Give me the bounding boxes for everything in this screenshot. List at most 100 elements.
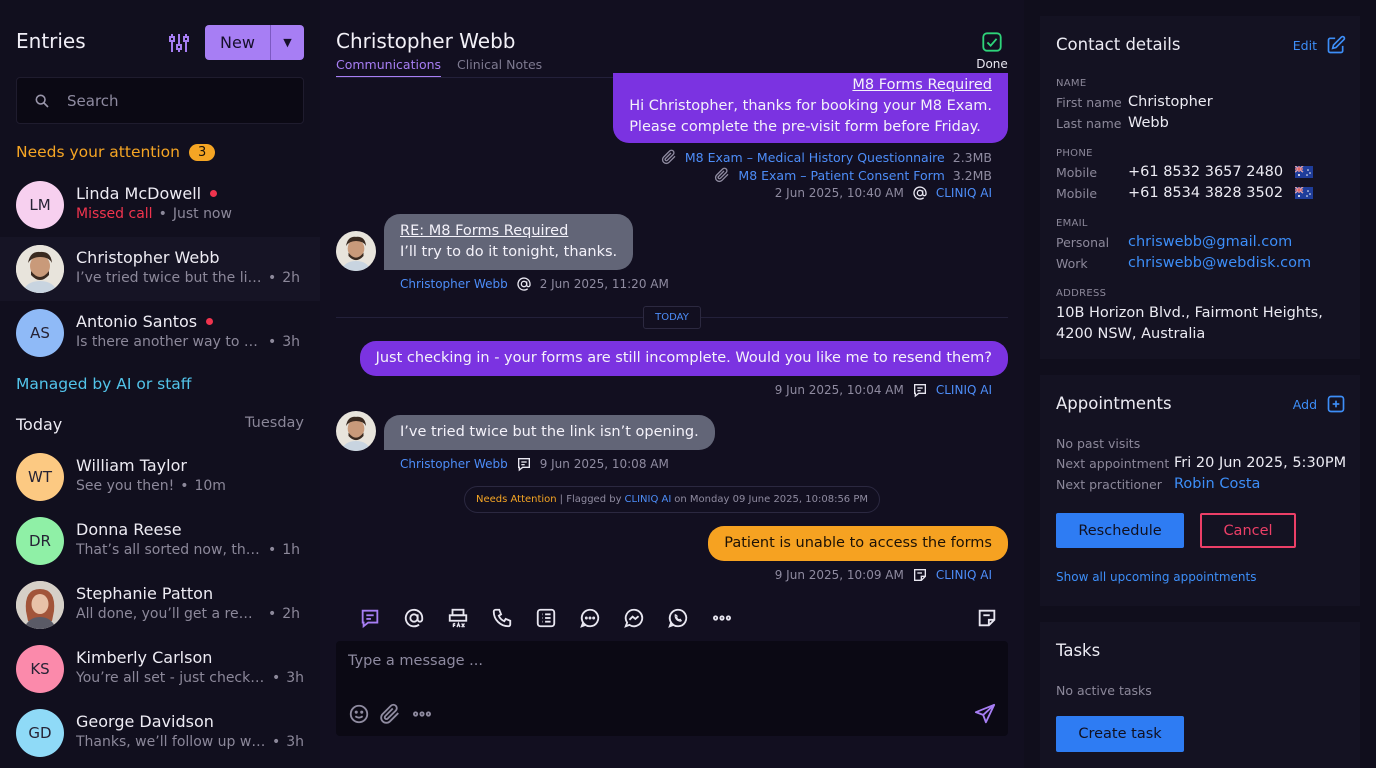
entries-title: Entries — [16, 29, 86, 53]
entry-name: Christopher Webb — [76, 248, 220, 267]
attach-icon[interactable] — [379, 703, 401, 725]
missed-call-status: Missed call — [76, 206, 153, 222]
entry-subline: See you then! • 10m — [76, 478, 226, 494]
entry-name-text: Kimberly Carlson — [76, 648, 213, 667]
attachment-consent-form[interactable]: M8 Exam – Patient Consent Form 3.2MB — [714, 167, 992, 183]
caret-down-icon[interactable]: ▼ — [271, 25, 304, 60]
create-task-button[interactable]: Create task — [1056, 716, 1184, 752]
attachment-name[interactable]: M8 Exam – Medical History Questionnaire — [685, 150, 945, 165]
avatar: WT — [16, 453, 64, 501]
first-name-value: Christopher — [1128, 94, 1213, 110]
message-time: 2 Jun 2025, 11:20 AM — [539, 277, 669, 291]
entry-time: 3h — [286, 670, 305, 686]
entry-antonio-santos[interactable]: AS Antonio Santos Is there another way t… — [0, 301, 320, 365]
tab-communications[interactable]: Communications — [336, 57, 442, 78]
avatar: LM — [16, 181, 64, 229]
entry-name-text: Antonio Santos — [76, 312, 198, 331]
form-channel-icon[interactable] — [524, 607, 568, 629]
entry-kimberly-carlson[interactable]: KS Kimberly Carlson You’re all set - jus… — [0, 637, 320, 701]
done-label: Done — [976, 57, 1008, 71]
entry-preview: I’ve tried twice but the link isn’t open… — [76, 270, 262, 286]
whatsapp-channel-icon[interactable] — [656, 607, 700, 629]
tab-clinical-notes[interactable]: Clinical Notes — [457, 57, 542, 78]
entry-christopher-webb[interactable]: Christopher Webb I’ve tried twice but th… — [0, 237, 320, 301]
entry-george-davidson[interactable]: GD George Davidson Thanks, we’ll follow … — [0, 701, 320, 765]
plus-square-icon[interactable] — [1326, 394, 1346, 414]
phone-number[interactable]: +61 8532 3657 2480 — [1128, 164, 1283, 180]
bullet: • — [180, 478, 189, 494]
filter-icon[interactable] — [167, 31, 191, 55]
incoming-message-reply: RE: M8 Forms Required I’ll try to do it … — [384, 214, 634, 270]
phone-label: Mobile — [1056, 164, 1098, 180]
email-address[interactable]: chriswebb@webdisk.com — [1128, 255, 1311, 271]
fax-channel-icon[interactable] — [436, 607, 480, 629]
attachment-medical-history[interactable]: M8 Exam – Medical History Questionnaire … — [661, 149, 992, 165]
search-input[interactable] — [67, 91, 287, 110]
message-line: I’ll try to do it tonight, thanks. — [400, 244, 618, 260]
entry-name-text: William Taylor — [76, 456, 187, 475]
email-address[interactable]: chriswebb@gmail.com — [1128, 234, 1292, 250]
note-channel-icon[interactable] — [976, 607, 998, 629]
message-time: 2 Jun 2025, 10:40 AM — [774, 186, 904, 200]
message-line: Hi Christopher, thanks for booking your … — [629, 98, 992, 114]
cancel-appointment-button[interactable]: Cancel — [1200, 513, 1296, 548]
entry-name-text: Donna Reese — [76, 520, 182, 539]
attachment-name[interactable]: M8 Exam – Patient Consent Form — [738, 168, 944, 183]
message-line: I’ve tried twice but the link isn’t open… — [400, 424, 699, 440]
entry-preview: All done, you’ll get a reminder soon. — [76, 606, 262, 622]
entry-stephanie-patton[interactable]: Stephanie Patton All done, you’ll get a … — [0, 573, 320, 637]
attachment-size: 3.2MB — [952, 167, 992, 183]
reschedule-button[interactable]: Reschedule — [1056, 513, 1184, 548]
conversation-tabs: Communications Clinical Notes — [336, 57, 542, 78]
message-sender: CLINIQ AI — [935, 568, 992, 582]
message-sender: Christopher Webb — [400, 277, 508, 291]
new-button-label[interactable]: New — [205, 25, 271, 60]
more-options-icon[interactable] — [410, 703, 434, 725]
entry-preview: See you then! — [76, 478, 175, 494]
edit-label[interactable]: Edit — [1293, 38, 1317, 53]
phone-channel-icon[interactable] — [480, 607, 524, 629]
at-email-icon — [516, 276, 532, 292]
entry-william-taylor[interactable]: WT William Taylor See you then! • 10m — [0, 445, 320, 509]
internal-note-bubble: Patient is unable to access the forms — [708, 526, 1008, 561]
email-channel-icon[interactable] — [392, 607, 436, 629]
add-appointment-button[interactable]: Add — [1293, 394, 1346, 414]
message-sender: Christopher Webb — [400, 457, 508, 471]
entry-name: Donna Reese — [76, 520, 182, 539]
entry-donna-reese[interactable]: DR Donna Reese That’s all sorted now, th… — [0, 509, 320, 573]
emoji-icon[interactable] — [348, 703, 370, 725]
message-input[interactable] — [348, 653, 948, 679]
australia-flag-icon — [1295, 166, 1314, 178]
add-label[interactable]: Add — [1293, 397, 1317, 412]
show-all-appointments-link[interactable]: Show all upcoming appointments — [1056, 570, 1256, 584]
email-section-heading: EMAIL — [1056, 218, 1088, 229]
messenger-channel-icon[interactable] — [612, 607, 656, 629]
send-icon[interactable] — [974, 703, 996, 725]
message-subject: M8 Forms Required — [852, 77, 992, 93]
sms-channel-icon[interactable] — [348, 607, 392, 629]
phone-section-heading: PHONE — [1056, 148, 1093, 159]
contact-details-card: Contact details Edit NAME First name Chri… — [1040, 16, 1360, 359]
edit-contact-button[interactable]: Edit — [1293, 35, 1346, 55]
new-entry-button[interactable]: New ▼ — [205, 25, 304, 60]
entry-time: 2h — [282, 606, 301, 622]
next-practitioner-value[interactable]: Robin Costa — [1174, 476, 1260, 492]
last-name-label: Last name — [1056, 115, 1122, 131]
phone-number[interactable]: +61 8534 3828 3502 — [1128, 185, 1283, 201]
today-divider-label: TODAY — [643, 306, 701, 329]
entry-subline: That’s all sorted now, thank you. • 1h — [76, 542, 300, 558]
check-box-icon[interactable] — [981, 31, 1003, 53]
chat-channel-icon[interactable] — [568, 607, 612, 629]
avatar: KS — [16, 645, 64, 693]
search-box[interactable] — [16, 77, 304, 124]
message-time: 9 Jun 2025, 10:08 AM — [539, 457, 669, 471]
more-channels-icon[interactable] — [700, 607, 744, 629]
entry-linda-mcdowell[interactable]: LM Linda McDowell Missed call • Just now — [0, 173, 320, 237]
done-button[interactable]: Done — [976, 31, 1008, 71]
edit-pencil-icon[interactable] — [1326, 35, 1346, 55]
next-appointment-label: Next appointment — [1056, 455, 1170, 471]
message-meta: 9 Jun 2025, 10:09 AM CLINIQ AI — [775, 567, 992, 583]
entry-time: Just now — [172, 206, 232, 222]
first-name-row: First name Christopher — [1056, 94, 1213, 110]
entry-subline: Missed call • Just now — [76, 206, 232, 222]
